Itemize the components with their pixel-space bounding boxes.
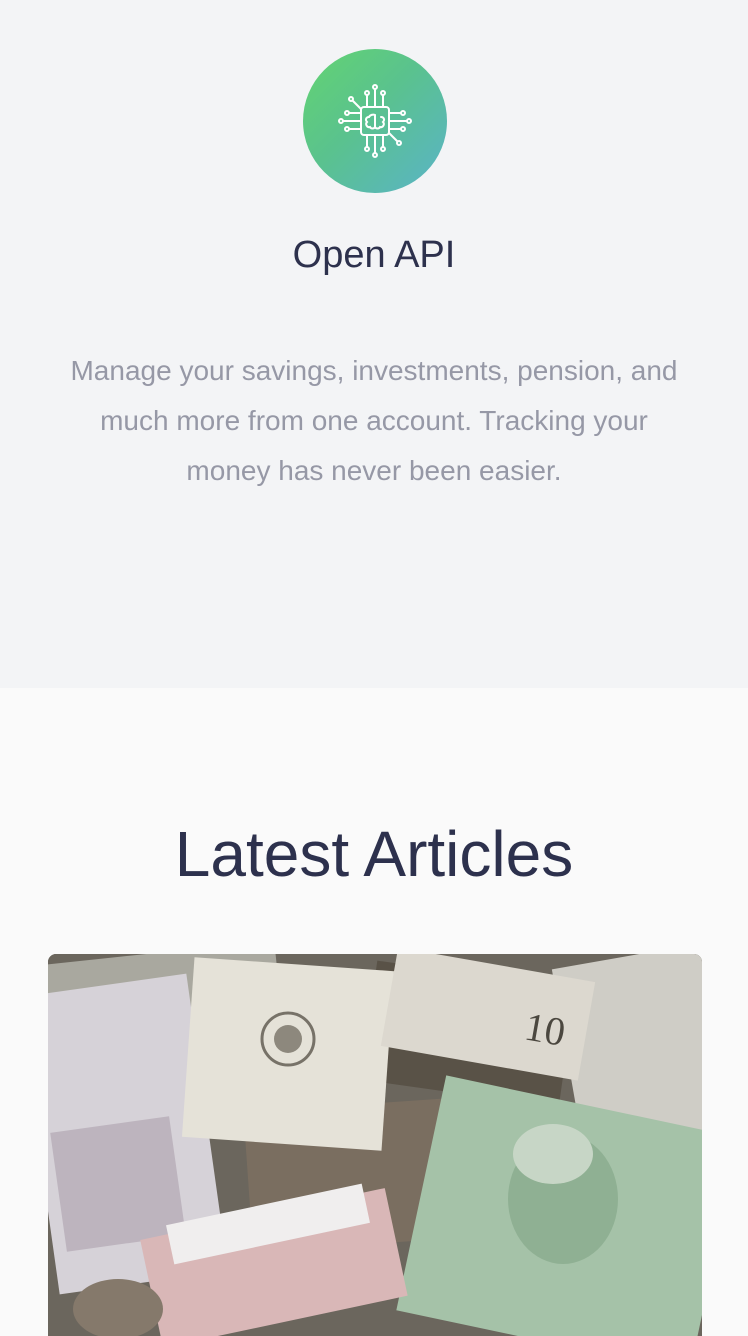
feature-title: Open API	[292, 234, 456, 276]
svg-text:10: 10	[521, 1004, 568, 1055]
feature-description: Manage your savings, investments, pensio…	[70, 355, 678, 486]
ai-chip-brain-icon	[338, 84, 412, 158]
currency-banknotes-photo[interactable]: 10	[48, 954, 702, 1336]
section-heading: Latest Articles	[174, 818, 574, 890]
open-api-feature: Open API Manage your savings, investment…	[0, 0, 748, 688]
article-card[interactable]: 10	[48, 954, 702, 1336]
api-icon-badge	[303, 49, 447, 193]
